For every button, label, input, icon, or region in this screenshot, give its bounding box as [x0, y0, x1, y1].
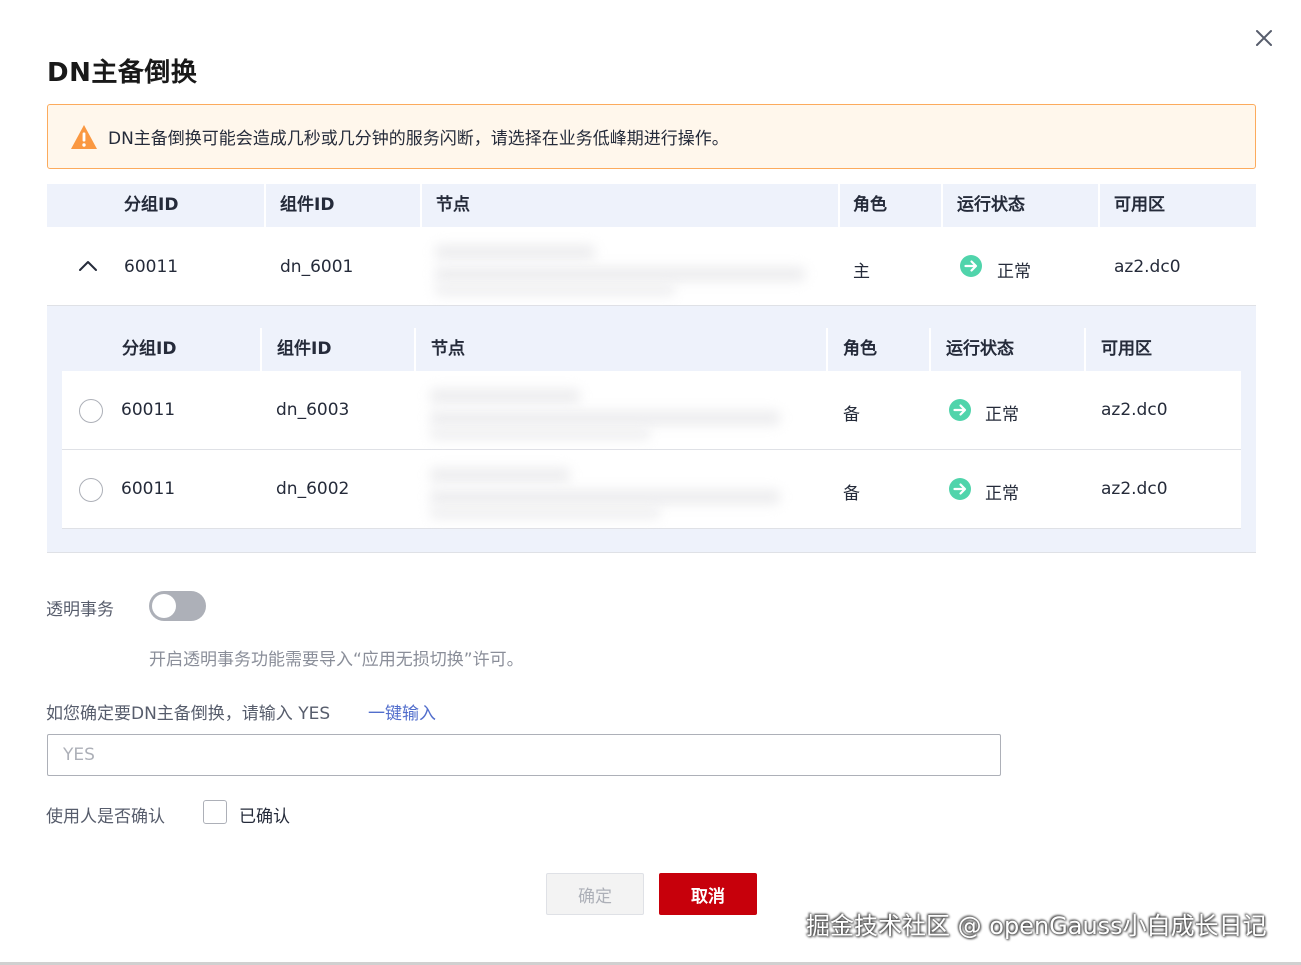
header-group-id: 分组ID — [122, 339, 177, 359]
header-role: 角色 — [853, 195, 887, 215]
column-divider — [1098, 184, 1100, 227]
component-id-cell: dn_6002 — [276, 479, 350, 499]
warning-icon — [71, 124, 97, 149]
status-cell: 正常 — [997, 262, 1031, 282]
close-button[interactable] — [1252, 26, 1276, 50]
column-divider — [260, 328, 262, 371]
ok-button[interactable]: 确定 — [546, 873, 644, 915]
chevron-up-icon[interactable] — [77, 255, 99, 277]
close-icon — [1256, 30, 1272, 46]
header-az: 可用区 — [1114, 195, 1165, 215]
status-normal-icon — [949, 478, 971, 500]
column-divider — [929, 328, 931, 371]
column-divider — [941, 184, 943, 227]
toggle-knob — [152, 594, 176, 618]
header-status: 运行状态 — [946, 339, 1014, 359]
az-cell: az2.dc0 — [1114, 257, 1181, 277]
header-node: 节点 — [436, 195, 470, 215]
component-id-cell: dn_6001 — [280, 257, 354, 277]
status-cell: 正常 — [985, 405, 1019, 425]
dialog-title: DN主备倒换 — [47, 58, 198, 88]
column-divider — [1084, 328, 1086, 371]
status-normal-icon — [960, 255, 982, 277]
confirmed-checkbox-label[interactable]: 已确认 — [239, 802, 290, 827]
column-divider — [838, 184, 840, 227]
group-id-cell: 60011 — [121, 400, 176, 420]
header-role: 角色 — [843, 339, 877, 359]
status-normal-icon — [949, 399, 971, 421]
column-divider — [420, 184, 422, 227]
header-az: 可用区 — [1101, 339, 1152, 359]
group-id-cell: 60011 — [124, 257, 179, 277]
cancel-button[interactable]: 取消 — [659, 873, 757, 915]
standby-radio[interactable] — [79, 478, 103, 502]
column-divider — [264, 184, 266, 227]
header-status: 运行状态 — [957, 195, 1025, 215]
role-cell: 主 — [853, 262, 870, 282]
status-cell: 正常 — [985, 484, 1019, 504]
transparent-tx-label: 透明事务 — [46, 600, 114, 620]
group-id-cell: 60011 — [121, 479, 176, 499]
one-click-input-link[interactable]: 一键输入 — [368, 699, 436, 724]
table-row-standby[interactable]: 60011 dn_6003 备 正常 az2.dc0 — [62, 371, 1241, 450]
az-cell: az2.dc0 — [1101, 479, 1168, 499]
role-cell: 备 — [843, 405, 860, 425]
table-row-standby[interactable]: 60011 dn_6002 备 正常 az2.dc0 — [62, 450, 1241, 529]
warning-alert: DN主备倒换可能会造成几秒或几分钟的服务闪断，请选择在业务低峰期进行操作。 — [47, 104, 1256, 169]
standby-radio[interactable] — [79, 399, 103, 423]
sub-table-header: 分组ID 组件ID 节点 角色 运行状态 可用区 — [62, 328, 1241, 371]
role-cell: 备 — [843, 484, 860, 504]
table-row-primary: 60011 dn_6001 主 正常 az2.dc0 — [47, 227, 1256, 306]
table-header: 分组ID 组件ID 节点 角色 运行状态 可用区 — [47, 184, 1256, 227]
component-id-cell: dn_6003 — [276, 400, 350, 420]
column-divider — [414, 328, 416, 371]
watermark: 掘金技术社区 @ openGauss小白成长日记 — [806, 912, 1267, 940]
standby-panel: 分组ID 组件ID 节点 角色 运行状态 可用区 60011 dn_6003 备 — [47, 306, 1256, 553]
column-divider — [826, 328, 828, 371]
header-component-id: 组件ID — [277, 339, 332, 359]
transparent-tx-toggle[interactable] — [149, 591, 206, 621]
transparent-tx-hint: 开启透明事务功能需要导入“应用无损切换”许可。 — [149, 650, 524, 670]
header-group-id: 分组ID — [124, 195, 179, 215]
dn-table: 分组ID 组件ID 节点 角色 运行状态 可用区 60011 dn_6001 主 — [47, 184, 1256, 306]
alert-text: DN主备倒换可能会造成几秒或几分钟的服务闪断，请选择在业务低峰期进行操作。 — [108, 129, 729, 149]
header-node: 节点 — [431, 339, 465, 359]
confirm-input[interactable] — [47, 734, 1001, 776]
confirm-prompt: 如您确定要DN主备倒换，请输入 YES — [46, 704, 331, 724]
header-component-id: 组件ID — [280, 195, 335, 215]
az-cell: az2.dc0 — [1101, 400, 1168, 420]
confirmed-checkbox[interactable] — [203, 800, 227, 824]
switchover-dialog: DN主备倒换 DN主备倒换可能会造成几秒或几分钟的服务闪断，请选择在业务低峰期进… — [0, 0, 1301, 965]
user-confirm-label: 使用人是否确认 — [46, 807, 165, 827]
